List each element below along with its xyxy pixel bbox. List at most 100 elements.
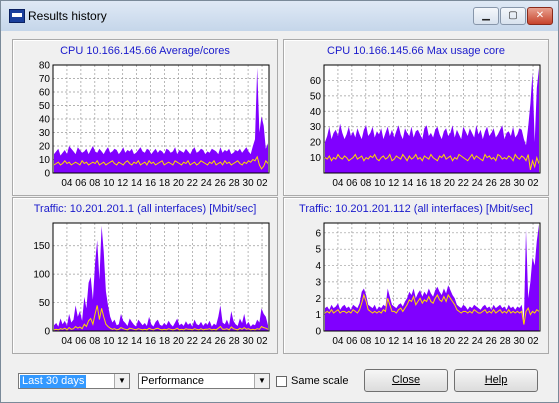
x-tick-label: 08 [89,178,101,189]
x-tick-label: 18 [430,178,442,189]
chart-traffic-1: 150 100 50 0 04 06 08 10 12 14 16 18 20 22 24 26 28 30 02 [33,222,270,347]
x-tick-label: 04 [61,178,73,189]
same-scale-label: Same scale [291,375,349,387]
y-tick-label: 60 [310,76,322,87]
x-tick-label: 08 [360,336,372,347]
x-tick-label: 08 [360,178,372,189]
x-tick-label: 02 [527,178,539,189]
chart-panel-traffic-1: Traffic: 10.201.201.1 (all interfaces) [… [12,197,278,354]
range-select-value: Last 30 days [20,375,87,388]
range-select[interactable]: Last 30 days ▼ [18,373,130,389]
help-button-label: Help [484,374,508,386]
profile-select[interactable]: Performance ▼ [138,373,270,389]
x-tick-label: 30 [514,178,526,189]
y-tick-label: 6 [315,228,321,239]
y-tick-label: 2 [315,294,321,305]
x-tick-label: 06 [346,336,358,347]
x-tick-label: 28 [229,336,241,347]
x-tick-label: 10 [374,178,386,189]
x-tick-label: 20 [444,178,456,189]
y-tick-label: 60 [39,88,51,99]
x-tick-label: 08 [89,336,101,347]
minimize-button[interactable]: ▁ [473,7,499,25]
chart-traffic-112: 654321004 06 08 10 12 14 16 18 20 22 24 26 28 30 02 [315,222,541,347]
window-title: Results history [28,9,107,23]
x-tick-label: 20 [444,336,456,347]
x-tick-label: 24 [472,178,484,189]
profile-select-value: Performance [141,375,204,387]
y-tick-label: 100 [33,270,50,281]
x-tick-label: 02 [256,336,268,347]
y-tick-label: 0 [44,327,50,338]
maximize-button[interactable]: ▢ [500,7,526,25]
chevron-down-icon[interactable]: ▼ [114,374,129,388]
chart-cpu-max: 60504030201004 06 08 10 12 14 16 18 20 22 24 26 28 30… [310,64,541,189]
x-tick-label: 16 [145,336,157,347]
y-tick-label: 3 [315,277,321,288]
y-tick-label: 20 [310,138,322,149]
x-tick-label: 26 [486,336,498,347]
x-tick-label: 24 [201,336,213,347]
chart-panel-traffic-112: Traffic: 10.201.201.112 (all interfaces)… [283,197,549,354]
x-tick-label: 16 [416,336,428,347]
x-tick-label: 18 [430,336,442,347]
x-tick-label: 22 [458,336,470,347]
x-tick-label: 06 [75,336,87,347]
maximize-icon: ▢ [508,10,518,21]
app-icon [9,9,25,23]
x-tick-label: 12 [388,178,400,189]
x-tick-label: 20 [173,336,185,347]
x-tick-label: 06 [346,178,358,189]
x-tick-label: 22 [458,178,470,189]
y-tick-label: 40 [39,115,51,126]
x-tick-label: 28 [500,178,512,189]
x-tick-label: 12 [388,336,400,347]
x-tick-label: 22 [187,178,199,189]
x-tick-label: 14 [131,178,143,189]
x-tick-label: 20 [173,178,185,189]
y-tick-label: 50 [310,91,322,102]
title-bar[interactable]: Results history ▁ ▢ ✕ [1,1,558,31]
close-button-label: Close [391,374,421,386]
x-tick-label: 06 [75,178,87,189]
x-tick-label: 28 [500,336,512,347]
close-icon: ✕ [535,10,545,21]
results-history-window: Results history ▁ ▢ ✕ CPU 10.166.145.66 … [0,0,559,403]
x-tick-label: 14 [402,336,414,347]
x-tick-label: 10 [103,178,115,189]
same-scale-checkbox[interactable] [276,376,287,387]
y-tick-label: 20 [39,142,51,153]
y-tick-label: 30 [39,128,51,139]
minimize-icon: ▁ [482,10,490,21]
y-tick-label: 0 [44,169,50,180]
chevron-down-icon[interactable]: ▼ [254,374,269,388]
x-tick-label: 24 [472,336,484,347]
x-tick-label: 02 [256,178,268,189]
y-tick-label: 0 [315,327,321,338]
x-tick-label: 12 [117,336,129,347]
x-tick-label: 10 [374,336,386,347]
x-tick-label: 16 [145,178,157,189]
client-area: CPU 10.166.145.66 Average/cores 80 70 60 50… [8,31,551,394]
y-tick-label: 4 [315,261,321,272]
y-tick-label: 150 [33,241,50,252]
x-tick-label: 24 [201,178,213,189]
help-button[interactable]: Help [454,369,538,392]
x-tick-label: 30 [243,178,255,189]
close-window-button[interactable]: ✕ [527,7,553,25]
x-tick-label: 14 [131,336,143,347]
x-tick-label: 04 [61,336,73,347]
close-button[interactable]: Close [364,369,448,392]
x-tick-label: 30 [243,336,255,347]
x-tick-label: 14 [402,178,414,189]
x-tick-label: 26 [215,178,227,189]
x-tick-label: 30 [514,336,526,347]
x-tick-label: 04 [332,178,344,189]
y-tick-label: 1 [315,310,321,321]
y-tick-label: 50 [39,101,51,112]
y-tick-label: 30 [310,122,322,133]
x-tick-label: 18 [159,336,171,347]
chart-panel-cpu-max: CPU 10.166.145.66 Max usage core 60 50 40 3… [283,39,549,196]
x-tick-label: 28 [229,178,241,189]
x-tick-label: 26 [486,178,498,189]
